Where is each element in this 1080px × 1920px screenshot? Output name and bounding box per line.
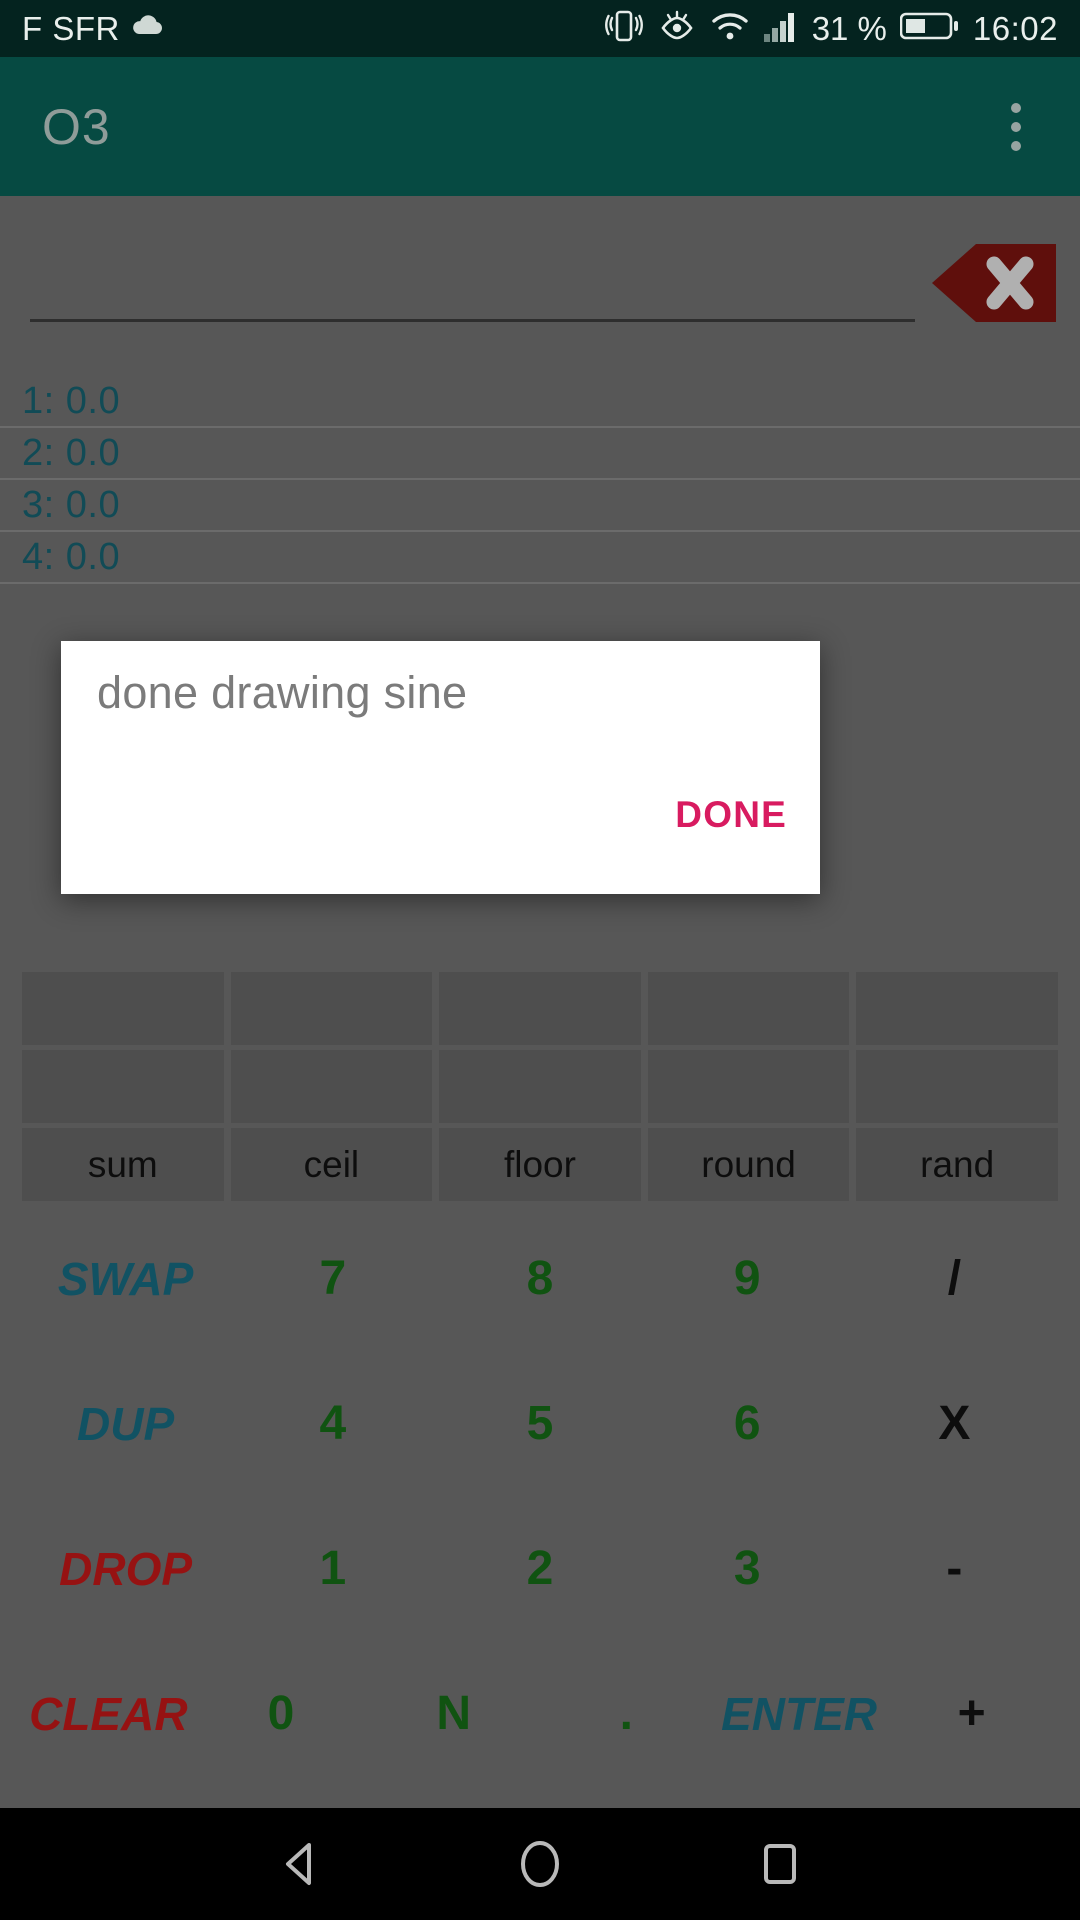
status-bar-right: 31 % 16:02	[604, 9, 1058, 48]
back-icon[interactable]	[255, 1819, 345, 1909]
overflow-dot	[1011, 140, 1021, 151]
status-bar: F SFR 31 % 16:02	[0, 0, 1080, 57]
app-bar: O3	[0, 57, 1080, 196]
wifi-icon	[710, 9, 750, 48]
clock-label: 16:02	[972, 9, 1058, 47]
vibrate-icon	[604, 9, 644, 48]
navigation-bar	[0, 1808, 1080, 1920]
recents-icon[interactable]	[735, 1819, 825, 1909]
cloud-icon	[130, 14, 164, 43]
alert-dialog: done drawing sine DONE	[61, 641, 820, 894]
home-icon[interactable]	[495, 1819, 585, 1909]
page-title: O3	[42, 98, 111, 155]
dialog-scrim[interactable]	[0, 196, 1080, 1808]
signal-icon	[763, 9, 799, 48]
battery-icon	[899, 10, 960, 47]
overflow-dot	[1011, 121, 1021, 132]
phone-screen: F SFR 31 % 16:02 O3 1: 0.0 2: 0.0 3: 0.0…	[0, 0, 1080, 1920]
dialog-done-button[interactable]: DONE	[675, 794, 787, 836]
status-bar-left: F SFR	[22, 10, 604, 48]
overflow-menu-icon[interactable]	[988, 93, 1044, 161]
dialog-message: done drawing sine	[97, 667, 468, 718]
eye-comfort-icon	[657, 9, 697, 48]
battery-percent-label: 31 %	[811, 9, 887, 47]
carrier-label: F SFR	[22, 9, 120, 47]
overflow-dot	[1011, 102, 1021, 113]
